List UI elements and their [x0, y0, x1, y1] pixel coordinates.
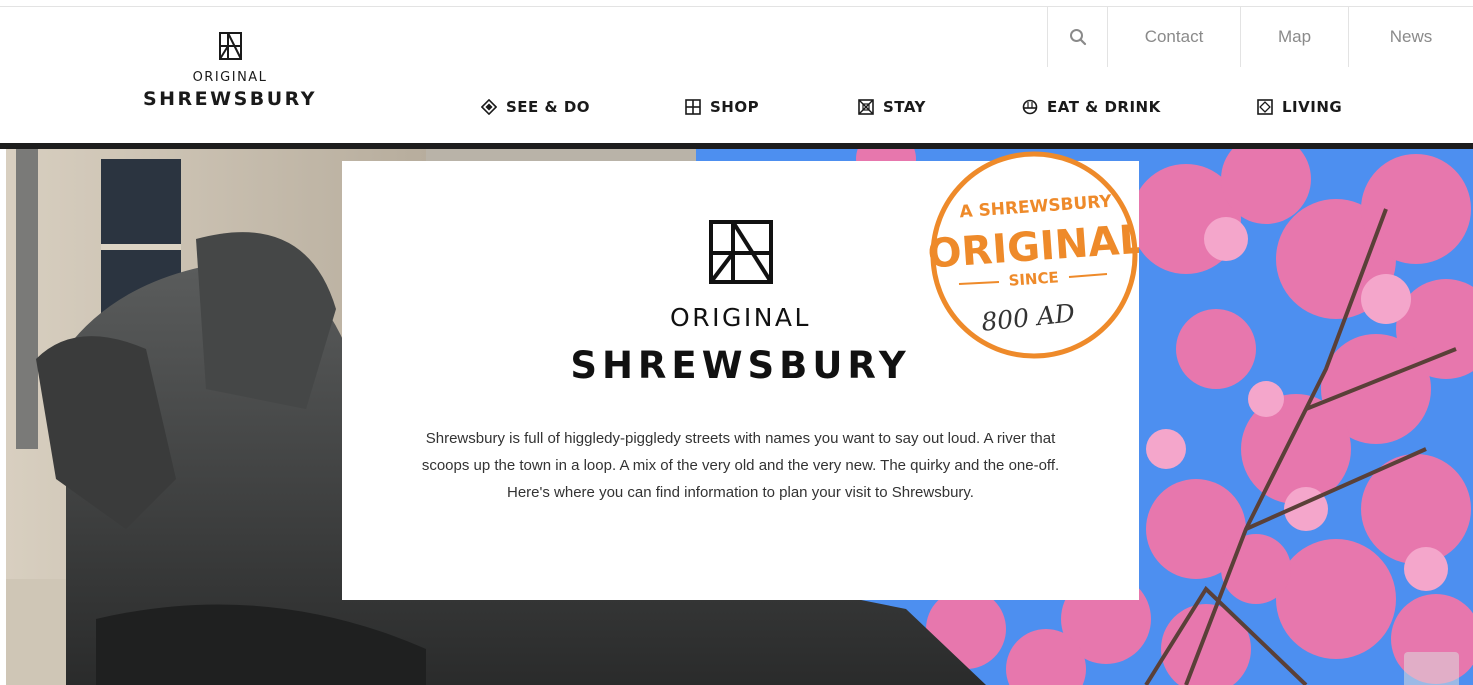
nav-shop[interactable]: SHOP [685, 93, 759, 121]
logo-mark-icon [709, 220, 773, 284]
bed-icon [858, 99, 874, 115]
nav-see-and-do-label: SEE & DO [506, 98, 591, 116]
nav-stay[interactable]: STAY [858, 93, 926, 121]
scroll-up-button[interactable] [1404, 652, 1459, 685]
contact-link[interactable]: Contact [1107, 7, 1240, 67]
shrewsbury-original-badge: A SHREWSBURY ORIGINAL SINCE 800 AD [929, 151, 1139, 359]
site-header: ORIGINAL SHREWSBURY Contact Map News SEE… [0, 0, 1473, 143]
nav-stay-label: STAY [883, 98, 926, 116]
news-link[interactable]: News [1348, 7, 1473, 67]
home-icon [1257, 99, 1273, 115]
utility-nav: Contact Map News [1047, 7, 1473, 67]
nav-shop-label: SHOP [710, 98, 760, 116]
intro-description: Shrewsbury is full of higgledy-piggledy … [421, 430, 1060, 501]
search-icon [1069, 29, 1086, 46]
logo-mark-icon [218, 32, 242, 60]
nav-eat-and-drink-label: EAT & DRINK [1047, 98, 1161, 116]
nav-eat-and-drink[interactable]: EAT & DRINK [1022, 93, 1161, 121]
nav-living[interactable]: LIVING [1257, 93, 1342, 121]
dish-icon [1022, 99, 1038, 115]
main-nav: SEE & DO SHOP STAY EAT & DRINK LIVING [0, 93, 1473, 121]
map-link[interactable]: Map [1240, 7, 1348, 67]
badge-text-line3: SINCE [1008, 268, 1059, 289]
grid-icon [685, 99, 701, 115]
diamond-icon [481, 99, 497, 115]
nav-see-and-do[interactable]: SEE & DO [481, 93, 590, 121]
logo-text-original: ORIGINAL [192, 70, 268, 85]
search-button[interactable] [1047, 7, 1107, 67]
nav-living-label: LIVING [1282, 98, 1343, 116]
